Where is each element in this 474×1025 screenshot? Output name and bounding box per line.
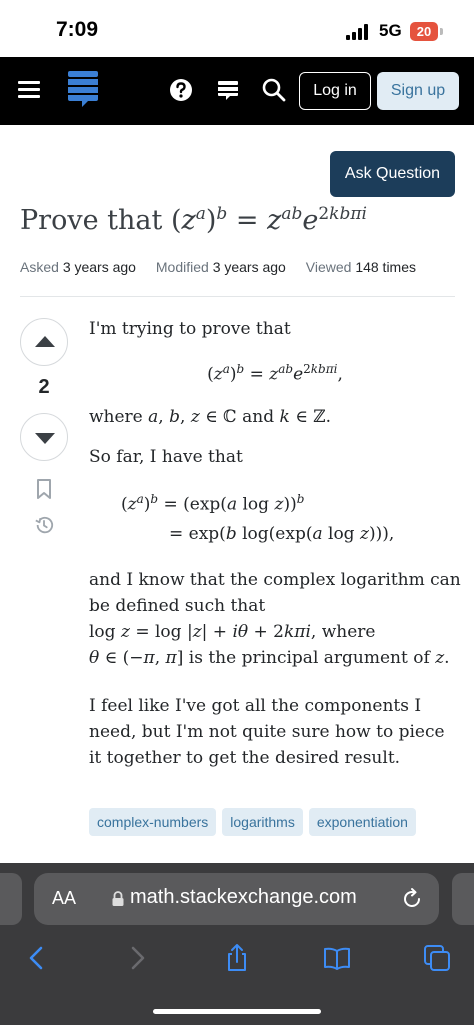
body-paragraph: and I know that the complex logarithm ca… <box>89 570 461 669</box>
bookmarks-icon[interactable] <box>322 943 352 973</box>
lock-icon <box>112 891 124 906</box>
menu-icon[interactable] <box>18 81 40 99</box>
tag[interactable]: complex-numbers <box>89 808 217 836</box>
viewed-label: Viewed <box>305 259 352 275</box>
tabs-icon[interactable] <box>422 943 452 973</box>
body-paragraph: I'm trying to prove that <box>89 319 291 339</box>
reader-aa-button[interactable]: AA <box>52 888 76 909</box>
signal-icon <box>346 24 372 40</box>
browser-toolbar: AA math.stackexchange.com <box>0 863 474 1025</box>
viewed-value: 148 times <box>355 259 417 275</box>
divider <box>20 296 455 297</box>
status-bar: 7:09 5G 20 <box>0 0 474 57</box>
bookmark-icon[interactable] <box>34 478 54 500</box>
battery-icon: 20 <box>410 22 438 41</box>
home-indicator <box>153 1009 321 1014</box>
ask-question-button[interactable]: Ask Question <box>330 151 455 197</box>
upvote-button[interactable] <box>20 318 68 366</box>
equation: (za)b = zabe2kbπi, <box>207 362 343 385</box>
signup-button[interactable]: Sign up <box>377 72 459 110</box>
status-time: 7:09 <box>56 18 99 41</box>
upvote-arrow-icon <box>35 336 55 347</box>
help-icon[interactable] <box>168 77 194 103</box>
downvote-button[interactable] <box>20 413 68 461</box>
history-icon[interactable] <box>34 514 54 536</box>
tag-list: complex-numbers logarithms exponentiation <box>89 808 461 842</box>
title-prefix: Prove that <box>20 205 163 236</box>
battery-tip <box>440 28 443 35</box>
modified-label: Modified <box>155 259 209 275</box>
body-paragraph: where a, b, z ∈ ℂ and k ∈ ℤ. <box>89 406 332 427</box>
tag[interactable]: logarithms <box>222 808 303 836</box>
reload-icon[interactable] <box>399 886 425 912</box>
back-icon[interactable] <box>22 943 52 973</box>
body-paragraph: So far, I have that <box>89 446 243 467</box>
modified-value: 3 years ago <box>212 259 286 275</box>
network-type: 5G <box>379 21 402 40</box>
prev-tab-edge[interactable] <box>0 873 22 925</box>
vote-count: 2 <box>38 376 50 398</box>
equation-block: (za)b = (exp(a log z))b = exp(b log(exp(… <box>121 491 395 545</box>
downvote-arrow-icon <box>35 433 55 444</box>
top-bar: Log in Sign up <box>0 57 474 125</box>
forward-icon[interactable] <box>122 943 152 973</box>
url-text[interactable]: math.stackexchange.com <box>130 886 357 909</box>
login-button[interactable]: Log in <box>299 72 371 110</box>
stackexchange-logo-icon[interactable] <box>66 69 100 109</box>
question-meta: Asked 3 years ago Modified 3 years ago V… <box>20 259 432 275</box>
address-bar[interactable]: AA math.stackexchange.com <box>34 873 439 925</box>
body-paragraph: I feel like I've got all the components … <box>89 696 445 769</box>
title-formula: (za)b = zabe2kbπi <box>170 204 367 236</box>
asked-value: 3 years ago <box>62 259 136 275</box>
question-body: I'm trying to prove that (za)b = zabe2kb… <box>89 316 461 785</box>
share-icon[interactable] <box>222 943 252 973</box>
inbox-icon[interactable] <box>215 77 241 103</box>
search-icon[interactable] <box>261 77 287 103</box>
tag[interactable]: exponentiation <box>308 808 416 836</box>
asked-label: Asked <box>20 259 59 275</box>
page-title: Prove that (za)b = zabe2kbπi <box>20 204 367 236</box>
next-tab-edge[interactable] <box>452 873 474 925</box>
